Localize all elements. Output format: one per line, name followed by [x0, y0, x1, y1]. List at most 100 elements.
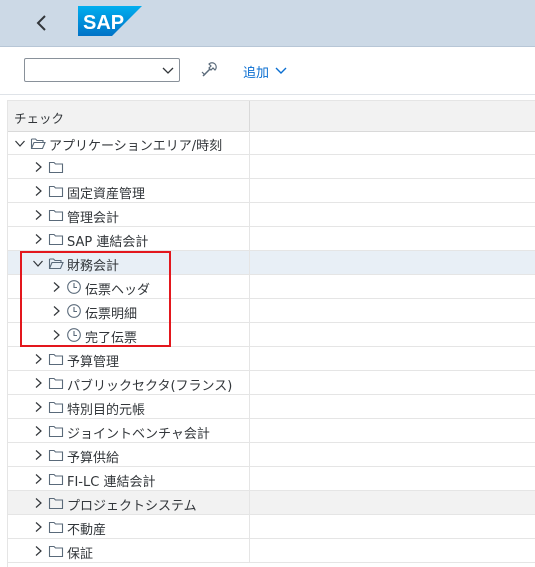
tree-row-label: 財務会計 — [67, 259, 120, 274]
folder-icon — [48, 423, 64, 439]
expand-chevron-icon[interactable] — [32, 449, 44, 461]
expand-chevron-icon[interactable] — [32, 353, 44, 365]
back-button[interactable] — [30, 11, 54, 35]
tree-row[interactable] — [8, 155, 535, 179]
tree-table: チェック アプリケーションエリア/時刻固定資産管理 管理会計 SAP 連結会計財務会… — [7, 100, 535, 567]
folder-icon — [48, 183, 64, 199]
tree-row[interactable]: 伝票明細 — [8, 299, 535, 323]
column-separator — [249, 347, 250, 371]
toolbar: 追加 — [0, 47, 535, 95]
tree-row-label: プロジェクトシステム — [67, 499, 197, 514]
column-separator — [249, 155, 250, 179]
tree-row-label: パブリックセクタ(フランス) — [67, 379, 233, 394]
column-separator — [249, 371, 250, 395]
folder-open-icon — [30, 135, 46, 151]
column-separator — [249, 467, 250, 491]
tree-row[interactable]: 財務会計 — [8, 251, 535, 275]
expand-chevron-icon[interactable] — [50, 329, 62, 341]
add-menu-label: 追加 — [243, 65, 270, 81]
tree-row-label: 伝票ヘッダ — [85, 283, 151, 298]
add-menu-button[interactable]: 追加 — [243, 61, 287, 81]
folder-icon — [48, 207, 64, 223]
tree-row[interactable]: 管理会計 — [8, 203, 535, 227]
column-separator — [249, 419, 250, 443]
tree-row[interactable]: SAP 連結会計 — [8, 227, 535, 251]
folder-icon — [48, 519, 64, 535]
folder-icon — [48, 495, 64, 511]
column-separator — [249, 101, 250, 131]
clock-icon — [66, 327, 82, 343]
expand-chevron-icon[interactable] — [50, 305, 62, 317]
expand-chevron-icon[interactable] — [32, 233, 44, 245]
folder-icon — [48, 351, 64, 367]
tree-row[interactable]: プロジェクトシステム — [8, 491, 535, 515]
column-separator — [249, 323, 250, 347]
tree-row-label: FI-LC 連結会計 — [67, 475, 156, 490]
tree-row-label: 保証 — [67, 547, 94, 562]
folder-icon — [48, 543, 64, 559]
expand-chevron-icon[interactable] — [32, 521, 44, 533]
variant-combobox[interactable] — [24, 58, 180, 82]
tree-row-label: 予算供給 — [67, 451, 120, 466]
tree-row-label: 伝票明細 — [85, 307, 138, 322]
column-separator — [249, 179, 250, 203]
svg-text:SAP: SAP — [83, 12, 124, 34]
tree-row-label: 不動産 — [67, 523, 107, 538]
expand-chevron-icon[interactable] — [32, 161, 44, 173]
column-separator — [249, 395, 250, 419]
collapse-chevron-icon[interactable] — [14, 137, 26, 149]
tree-row[interactable]: 伝票ヘッダ — [8, 275, 535, 299]
tree-row[interactable]: アプリケーションエリア/時刻 — [8, 131, 535, 155]
column-separator — [249, 251, 250, 275]
expand-chevron-icon[interactable] — [32, 209, 44, 221]
tree-row[interactable]: 完了伝票 — [8, 323, 535, 347]
folder-icon — [48, 159, 64, 175]
chevron-down-icon — [275, 67, 287, 74]
tree-row-label: 完了伝票 — [85, 331, 138, 346]
collapse-chevron-icon[interactable] — [32, 257, 44, 269]
folder-icon — [48, 471, 64, 487]
column-separator — [249, 443, 250, 467]
column-separator — [249, 203, 250, 227]
column-separator — [249, 131, 250, 155]
expand-chevron-icon[interactable] — [32, 473, 44, 485]
column-separator — [249, 515, 250, 539]
expand-chevron-icon[interactable] — [50, 281, 62, 293]
expand-chevron-icon[interactable] — [32, 377, 44, 389]
tree-row-label: 固定資産管理 — [67, 187, 146, 202]
tree-header: チェック — [8, 100, 535, 132]
clock-icon — [66, 303, 82, 319]
tree-row-label: 特別目的元帳 — [67, 403, 146, 418]
folder-icon — [48, 399, 64, 415]
column-separator — [249, 227, 250, 251]
sap-logo: SAP — [78, 6, 142, 36]
wrench-icon[interactable] — [199, 60, 219, 80]
tree-row[interactable]: パブリックセクタ(フランス) — [8, 371, 535, 395]
folder-icon — [48, 375, 64, 391]
tree-row[interactable]: ジョイントベンチャ会計 — [8, 419, 535, 443]
expand-chevron-icon[interactable] — [32, 497, 44, 509]
column-separator — [249, 275, 250, 299]
tree-row[interactable]: 予算管理 — [8, 347, 535, 371]
shell-bar: SAP — [0, 0, 535, 47]
expand-chevron-icon[interactable] — [32, 185, 44, 197]
tree-row-label: アプリケーションエリア/時刻 — [49, 139, 223, 154]
column-separator — [249, 539, 250, 563]
column-separator — [249, 491, 250, 515]
column-separator — [249, 299, 250, 323]
folder-icon — [48, 231, 64, 247]
expand-chevron-icon[interactable] — [32, 545, 44, 557]
tree-row[interactable]: 不動産 — [8, 515, 535, 539]
tree-row-label: 予算管理 — [67, 355, 120, 370]
expand-chevron-icon[interactable] — [32, 425, 44, 437]
column-header-check[interactable]: チェック — [14, 108, 64, 127]
tree-row-label: ジョイントベンチャ会計 — [67, 427, 210, 442]
tree-row[interactable]: 固定資産管理 — [8, 179, 535, 203]
tree-row[interactable]: 保証 — [8, 539, 535, 563]
folder-icon — [48, 447, 64, 463]
tree-row[interactable]: 特別目的元帳 — [8, 395, 535, 419]
chevron-down-icon[interactable] — [162, 64, 174, 76]
tree-row[interactable]: 予算供給 — [8, 443, 535, 467]
tree-row[interactable]: FI-LC 連結会計 — [8, 467, 535, 491]
expand-chevron-icon[interactable] — [32, 401, 44, 413]
